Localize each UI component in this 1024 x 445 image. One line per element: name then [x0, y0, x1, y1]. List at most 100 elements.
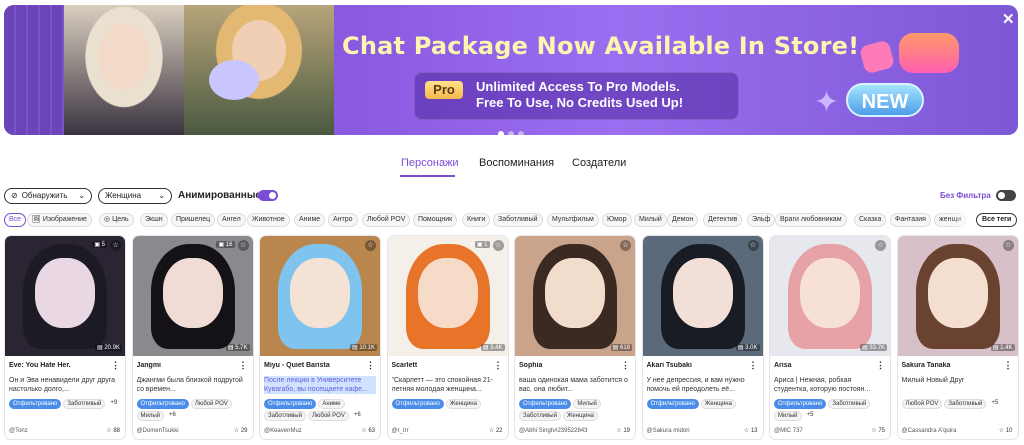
more-options-icon[interactable]: ⋮	[239, 360, 248, 371]
character-tag[interactable]: Любой POV	[190, 399, 232, 409]
character-tag[interactable]: Аниме	[318, 399, 345, 409]
character-tag[interactable]: Отфильтровано	[391, 399, 444, 409]
gender-select[interactable]: Женщина ⌄	[98, 188, 172, 204]
character-card[interactable]: ☆ ▤ 10.1K Miyu - Quiet Barista ⋮ После л…	[259, 235, 381, 440]
more-options-icon[interactable]: ⋮	[494, 360, 503, 371]
tag-detective[interactable]: Детектив	[703, 213, 743, 227]
character-tag[interactable]: +6	[166, 411, 179, 421]
tag-image[interactable]: 🖼 Изображение	[27, 213, 92, 227]
author-name[interactable]: @KeavenMuz	[264, 428, 302, 434]
character-card[interactable]: ▣ 5 ☆ ▤ 20.9K Eve: You Hate Her. ⋮ Он и …	[4, 235, 126, 440]
more-options-icon[interactable]: ⋮	[111, 360, 120, 371]
author-name[interactable]: @Tonz	[9, 428, 28, 434]
tag-alien[interactable]: Пришелец	[171, 213, 216, 227]
author-name[interactable]: @Abhi Singh#239522843	[519, 428, 587, 434]
character-card[interactable]: ☆ ▤ 33.7K Arisa ⋮ Ариса | Нежная, робкая…	[769, 235, 891, 440]
character-image[interactable]: ☆ ▤ 33.7K	[770, 236, 890, 356]
tab-characters[interactable]: Персонажи	[401, 157, 459, 169]
character-tag[interactable]: Милый	[573, 399, 601, 409]
character-tag[interactable]: Милый	[774, 411, 802, 421]
tag-angel[interactable]: Ангел	[217, 213, 246, 227]
animated-toggle[interactable]	[258, 190, 278, 201]
character-name[interactable]: Eve: You Hate Her.	[9, 362, 109, 369]
character-image[interactable]: ▣ 1 ☆ ▤ 3.4K	[387, 236, 508, 356]
character-tag[interactable]: +9	[107, 399, 120, 409]
tab-memories[interactable]: Воспоминания	[479, 157, 554, 169]
tag-any-pov[interactable]: Любой POV	[362, 213, 411, 227]
tag-demon[interactable]: Демон	[667, 213, 699, 227]
all-tags-button[interactable]: Все теги	[976, 213, 1018, 227]
favorite-star-icon[interactable]: ☆	[365, 240, 376, 251]
favorite-star-icon[interactable]: ☆	[237, 240, 249, 251]
character-tag[interactable]: Отфильтровано	[519, 399, 572, 409]
promo-banner[interactable]: Chat Package Now Available In Store! Pro…	[4, 5, 1018, 135]
character-tag[interactable]: Заботливый	[519, 411, 561, 421]
tag-cartoon[interactable]: Мультфильм	[547, 213, 599, 227]
carousel-dot[interactable]	[508, 131, 514, 135]
tag-goal[interactable]: ◎ Цель	[99, 213, 134, 227]
character-tag[interactable]: Любой POV	[307, 411, 349, 421]
character-tag[interactable]: +5	[988, 399, 1001, 409]
tag-books[interactable]: Книги	[462, 213, 491, 227]
carousel-dot[interactable]	[518, 131, 524, 135]
author-name[interactable]: @DomenTsukki	[137, 428, 179, 434]
more-options-icon[interactable]: ⋮	[876, 360, 885, 371]
more-options-icon[interactable]: ⋮	[1004, 360, 1013, 371]
favorite-star-icon[interactable]: ☆	[875, 240, 886, 251]
character-name[interactable]: Sakura Tanaka	[902, 362, 1002, 369]
tag-caring[interactable]: Заботливый	[493, 213, 543, 227]
tag-assistant[interactable]: Помощник	[413, 213, 458, 227]
character-tag[interactable]: Милый	[136, 411, 165, 421]
character-tag[interactable]: Отфильтровано	[264, 399, 317, 409]
character-tag[interactable]: Отфильтровано	[136, 399, 189, 409]
character-tag[interactable]: Женщина	[700, 399, 736, 409]
character-tag[interactable]: Женщина	[445, 399, 481, 409]
character-name[interactable]: Scarlett	[392, 362, 492, 369]
character-image[interactable]: ☆ ▤ 1.4K	[897, 236, 1018, 356]
tag-cute[interactable]: Милый	[634, 213, 667, 227]
character-tag[interactable]: Заботливый	[944, 399, 987, 409]
character-name[interactable]: Akari Tsubaki	[647, 362, 747, 369]
more-options-icon[interactable]: ⋮	[366, 360, 375, 371]
character-card[interactable]: ☆ ▤ 3.0K Akari Tsubaki ⋮ У нее депрессия…	[641, 235, 764, 440]
character-tag[interactable]: Отфильтровано	[646, 399, 699, 409]
tag-all[interactable]: Все	[4, 213, 27, 227]
character-image[interactable]: ▣ 16 ☆ ▤ 5.7K	[132, 236, 253, 356]
character-card[interactable]: ☆ ▤ 1.4K Sakura Tanaka ⋮ Милый Новый Дру…	[896, 235, 1019, 440]
character-name[interactable]: Sophia	[519, 362, 619, 369]
character-card[interactable]: ▣ 1 ☆ ▤ 3.4K Scarlett ⋮ "Скарлетт — это …	[386, 235, 509, 440]
character-tag[interactable]: Женщина	[562, 411, 598, 421]
more-options-icon[interactable]: ⋮	[749, 360, 758, 371]
tag-enemies-to-lovers[interactable]: Враги любовникам	[775, 213, 847, 227]
close-icon[interactable]: ✕	[1002, 10, 1015, 28]
character-image[interactable]: ☆ ▤ 10.1K	[260, 236, 380, 356]
author-name[interactable]: @r_trr	[392, 428, 409, 434]
author-name[interactable]: @Cassandra A'quira	[902, 428, 957, 434]
character-image[interactable]: ▣ 5 ☆ ▤ 20.9K	[5, 236, 125, 356]
more-options-icon[interactable]: ⋮	[621, 360, 630, 371]
tag-fantasy[interactable]: Фантазия	[890, 213, 931, 227]
character-tag[interactable]: Любой POV	[901, 399, 943, 409]
character-tag[interactable]: Заботливый	[264, 411, 306, 421]
tag-fairytale[interactable]: Сказка	[854, 213, 887, 227]
character-tag[interactable]: +6	[351, 411, 364, 421]
tag-action[interactable]: Экшн	[140, 213, 168, 227]
character-name[interactable]: Arisa	[774, 362, 874, 369]
tag-anime[interactable]: Аниме	[294, 213, 326, 227]
no-filter-toggle[interactable]	[996, 190, 1016, 201]
character-name[interactable]: Jangmi	[137, 362, 237, 369]
tag-humor[interactable]: Юмор	[602, 213, 632, 227]
character-card[interactable]: ☆ ▤ 618 Sophia ⋮ ваша одинокая мама забо…	[514, 235, 636, 440]
character-tag[interactable]: Заботливый	[828, 399, 871, 409]
character-tag[interactable]: Отфильтровано	[9, 399, 62, 409]
discover-select[interactable]: ⊘ Обнаружить ⌄	[4, 188, 92, 204]
favorite-star-icon[interactable]: ☆	[1002, 240, 1014, 251]
tab-creators[interactable]: Создатели	[572, 157, 626, 169]
carousel-dots[interactable]	[498, 131, 524, 135]
character-tag[interactable]: Отфильтровано	[774, 399, 827, 409]
character-tag[interactable]: +5	[804, 411, 817, 421]
character-image[interactable]: ☆ ▤ 618	[515, 236, 635, 356]
tag-elf[interactable]: Эльф	[747, 213, 776, 227]
character-card[interactable]: ▣ 16 ☆ ▤ 5.7K Jangmi ⋮ Джангми была близ…	[131, 235, 254, 440]
character-tag[interactable]: Заботливый	[63, 399, 106, 409]
